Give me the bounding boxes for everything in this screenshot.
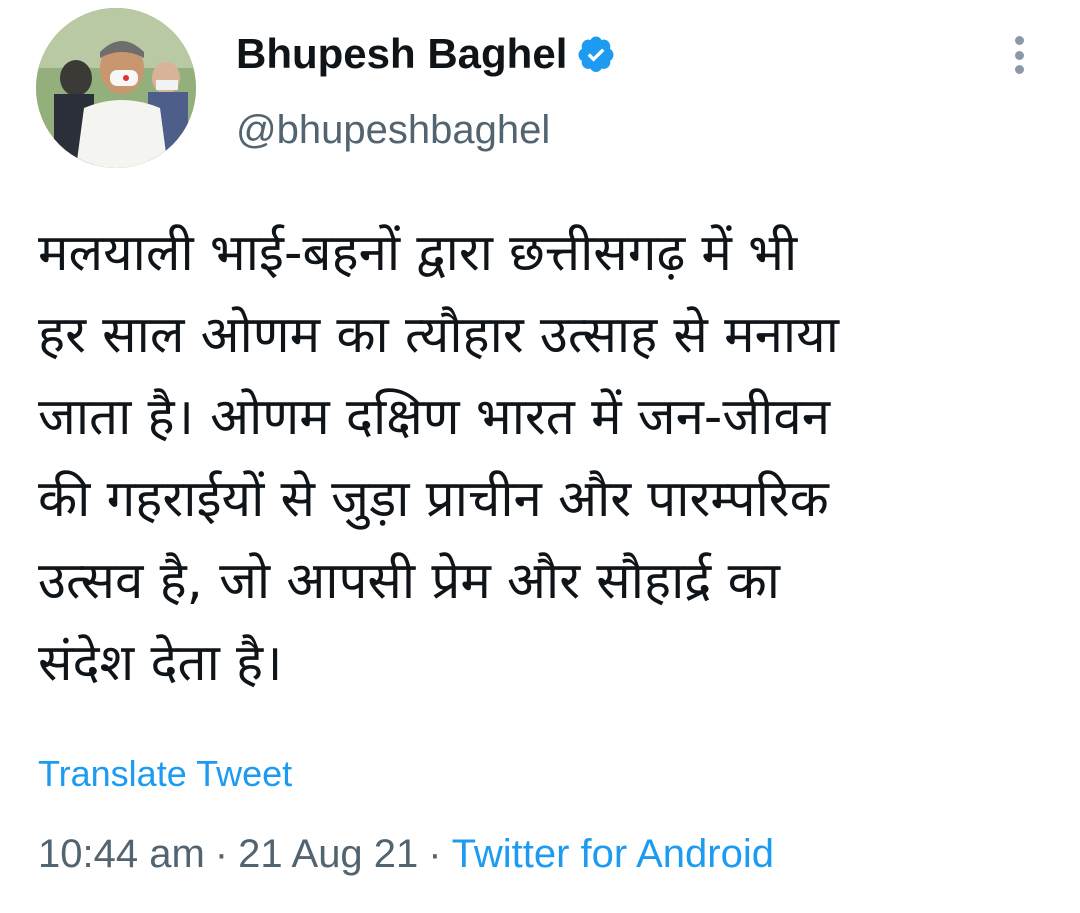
verified-badge-icon <box>578 36 614 72</box>
meta-separator: · <box>428 832 442 876</box>
more-dot <box>1014 36 1024 45</box>
translate-tweet-link[interactable]: Translate Tweet <box>38 752 292 796</box>
meta-separator: · <box>214 832 229 876</box>
more-dot <box>1014 65 1024 74</box>
avatar-image <box>36 8 196 168</box>
tweet-meta: 10:44 am · 21 Aug 21 · Twitter for Android <box>38 828 774 880</box>
tweet-text: मलयाली भाई-बहनों द्वारा छत्तीसगढ़ में भी… <box>38 213 1048 705</box>
more-options-icon[interactable] <box>1004 34 1034 76</box>
tweet-text-line: मलयाली भाई-बहनों द्वारा छत्तीसगढ़ में भी <box>38 224 798 283</box>
tweet-text-line: की गहराईयों से जुड़ा प्राचीन और पारम्परि… <box>38 470 829 529</box>
tweet-text-line: उत्सव है, जो आपसी प्रेम और सौहार्द्र का <box>38 552 780 611</box>
author-handle[interactable]: @bhupeshbaghel <box>236 104 550 156</box>
more-dot <box>1014 50 1024 60</box>
tweet-time[interactable]: 10:44 am <box>38 832 205 876</box>
avatar[interactable] <box>36 8 196 168</box>
tweet-text-line: जाता है। ओणम दक्षिण भारत में जन-जीवन <box>38 388 831 447</box>
tweet-date[interactable]: 21 Aug 21 <box>238 832 418 876</box>
author-name[interactable]: Bhupesh Baghel <box>236 26 567 82</box>
tweet-text-line: हर साल ओणम का त्यौहार उत्साह से मनाया <box>38 306 839 365</box>
tweet-source-link[interactable]: Twitter for Android <box>452 832 774 876</box>
tweet-text-line: संदेश देता है। <box>38 634 283 693</box>
